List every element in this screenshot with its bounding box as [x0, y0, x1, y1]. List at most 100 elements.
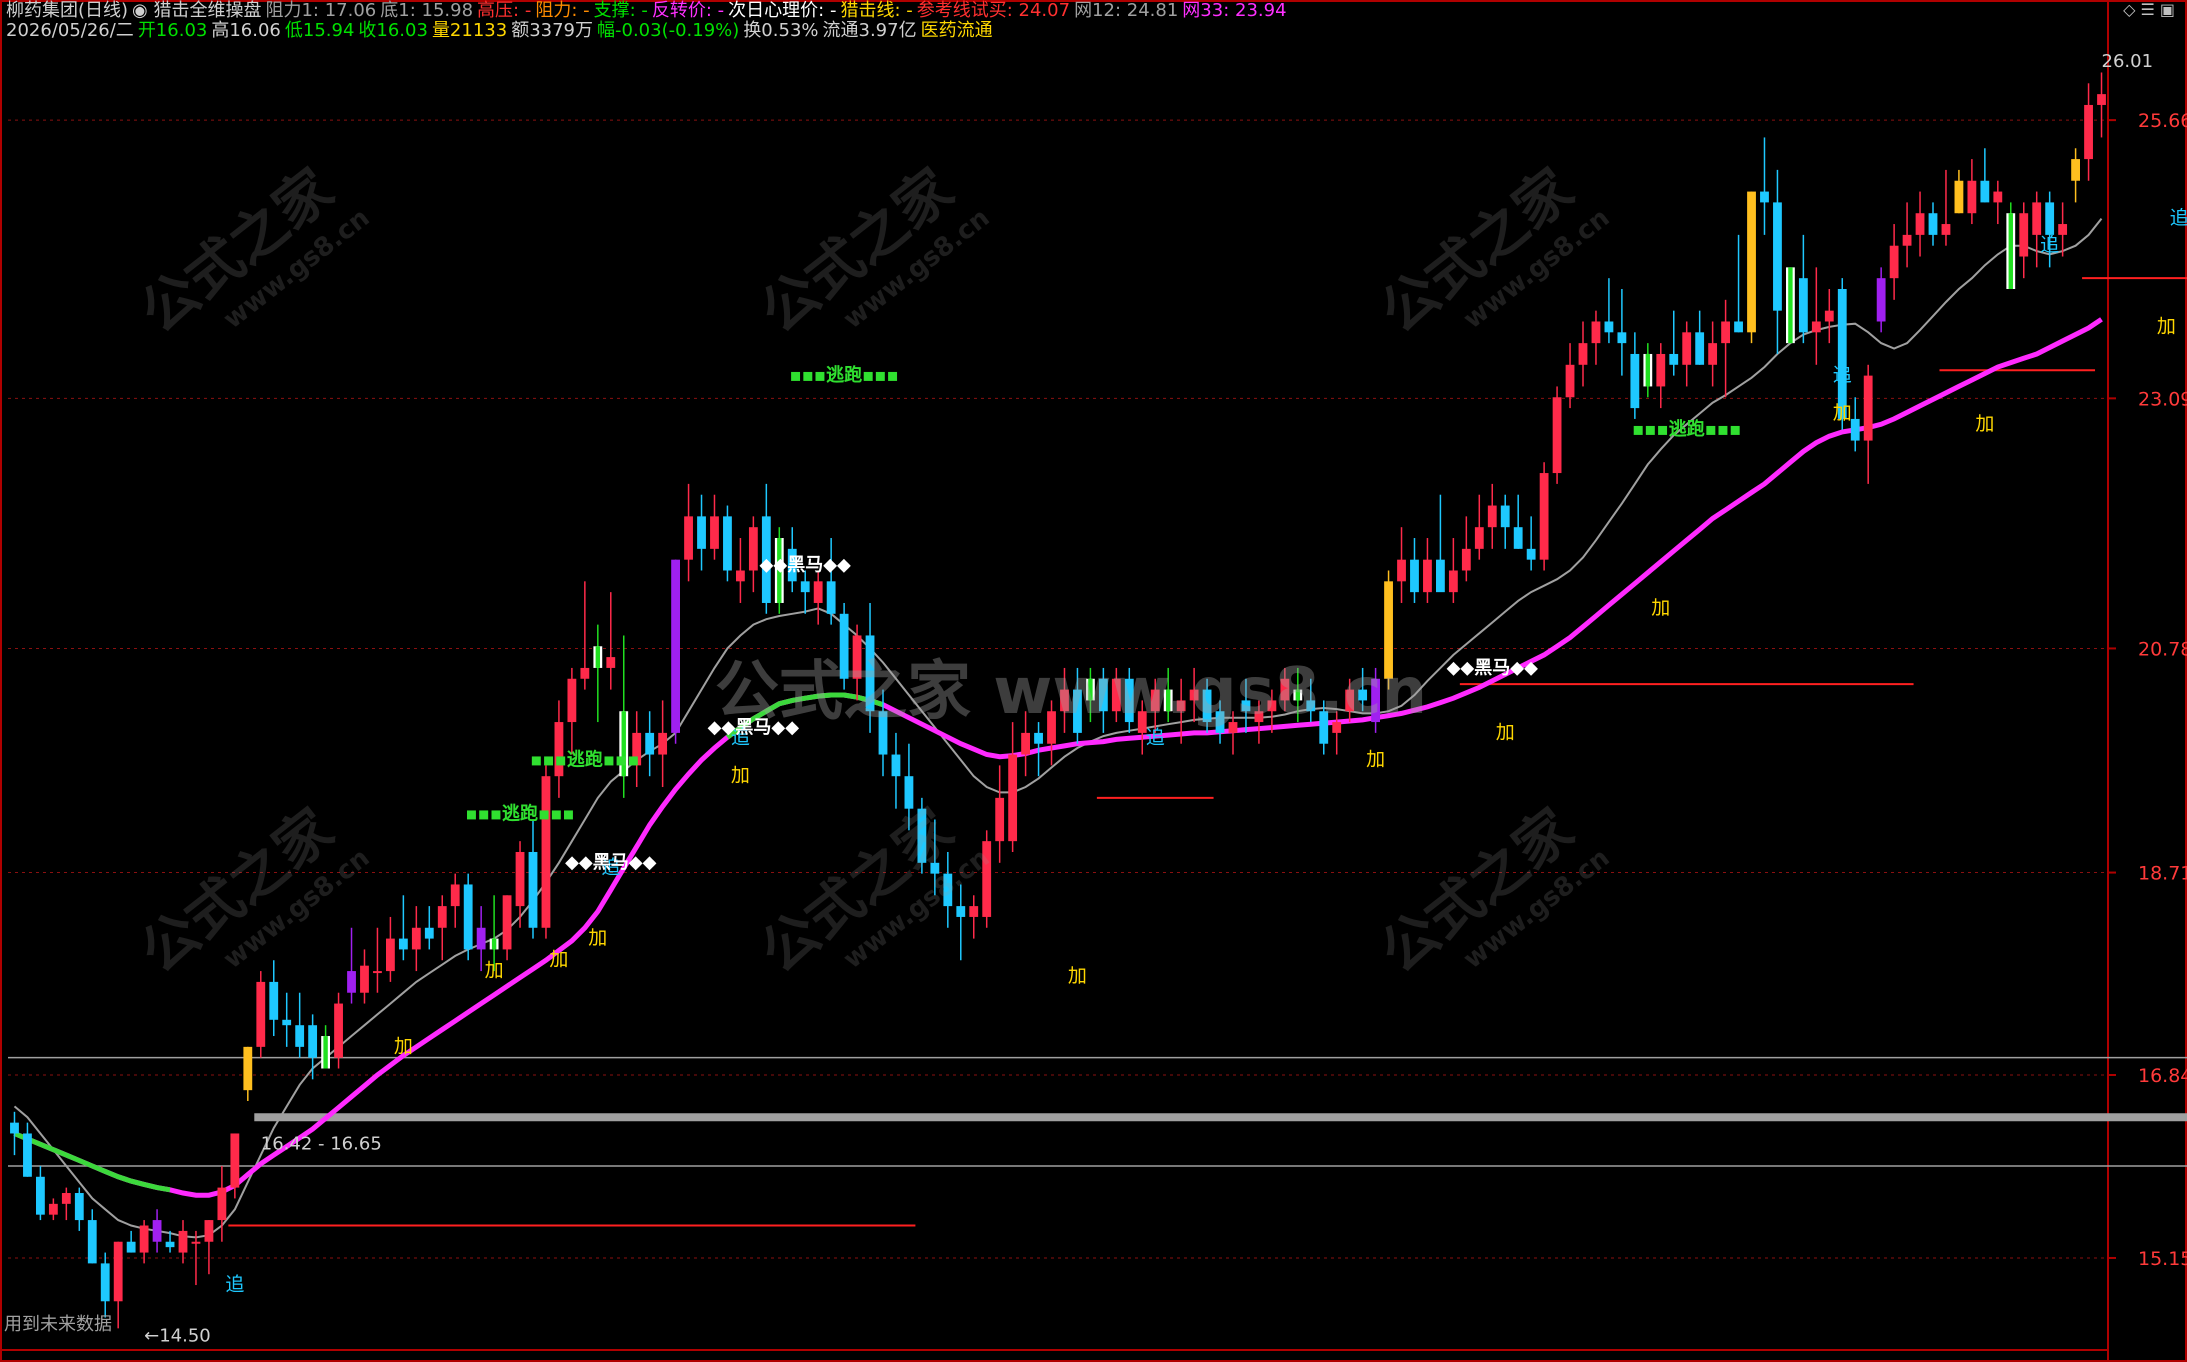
- header-item-5: 阻力: -: [535, 0, 590, 21]
- header-item-11: 网12: 24.81: [1074, 0, 1179, 21]
- escape-signal: ▪▪▪逃跑▪▪▪: [530, 748, 639, 770]
- candle-body: [100, 1263, 110, 1302]
- candle-body: [74, 1193, 84, 1221]
- candle-body: [1656, 353, 1666, 387]
- candle-body: [1098, 678, 1108, 712]
- add-label: 加: [549, 949, 568, 971]
- candle-body: [1124, 678, 1134, 723]
- ohlc-item-2: 高16.06: [211, 20, 281, 41]
- candle-body: [463, 884, 473, 950]
- candle-body-stripe: [595, 646, 601, 668]
- candle-body: [748, 527, 758, 571]
- candle-body: [1474, 527, 1484, 549]
- candle-body: [1928, 213, 1938, 235]
- candle-body: [1073, 689, 1082, 733]
- candle-body: [23, 1133, 32, 1177]
- add-label: 加: [1068, 965, 1087, 987]
- candle-body: [1345, 689, 1355, 712]
- candle-body: [1967, 180, 1977, 214]
- header-item-0: 柳药集团(日线): [6, 0, 129, 21]
- header-item-8: 次日心理价: -: [728, 0, 837, 21]
- candle-body: [697, 516, 706, 549]
- candle-body: [956, 906, 966, 917]
- header-item-10: 参考线试买: 24.07: [916, 0, 1071, 21]
- candle-body: [1254, 711, 1264, 723]
- candle-body: [61, 1193, 71, 1204]
- candle-body: [1850, 418, 1860, 441]
- candle-body: [1993, 191, 2003, 203]
- candle-body: [1384, 581, 1393, 679]
- candle-body: [1021, 732, 1030, 755]
- ohlc-item-6: 额3379万: [511, 20, 594, 41]
- candle-body: [1008, 754, 1018, 842]
- candle-body: [1306, 700, 1316, 712]
- candle-body: [684, 516, 693, 560]
- candle-body: [800, 581, 810, 593]
- ohlc-item-4: 收16.03: [358, 20, 428, 41]
- ohlc-item-1: 开16.03: [137, 20, 208, 41]
- chase-label: 追: [2040, 234, 2059, 256]
- candle-body: [1578, 343, 1588, 365]
- candle-body-stripe: [1295, 689, 1301, 701]
- candle-body: [1034, 732, 1043, 744]
- candle-body: [1047, 711, 1056, 744]
- candle-body: [528, 851, 538, 928]
- candle-body: [411, 927, 421, 950]
- candlestick-chart[interactable]: 15.1516.8418.7120.7823.0925.66追加加 加加追加追加追…: [0, 0, 2187, 1362]
- candle-body: [723, 516, 732, 571]
- add-label: 加: [1833, 402, 1852, 424]
- candle-body: [580, 667, 590, 679]
- y-tick-label: 16.84: [2138, 1065, 2187, 1087]
- candle-body: [2045, 202, 2055, 235]
- candle-body: [1461, 548, 1471, 571]
- candle-body: [113, 1241, 123, 1302]
- ohlc-item-10: 医药流通: [920, 20, 993, 41]
- candle-body: [1747, 191, 1756, 333]
- candle-body: [2032, 202, 2042, 235]
- candle-body: [878, 711, 888, 755]
- candle-body: [10, 1122, 19, 1134]
- candle-body: [2084, 104, 2093, 160]
- candle-body: [1397, 559, 1406, 582]
- candle-body: [1902, 234, 1912, 246]
- candle-body: [1773, 202, 1782, 311]
- candle-body: [1734, 321, 1743, 333]
- black-horse-signal: ◆◆黑马◆◆: [708, 717, 800, 738]
- candle-body: [1552, 397, 1562, 474]
- candle-body: [606, 657, 616, 668]
- candle-body: [1695, 332, 1705, 365]
- candle-body: [645, 732, 655, 755]
- candle-body: [852, 635, 862, 679]
- y-tick-label: 15.15: [2138, 1248, 2187, 1270]
- candle-body: [2058, 224, 2068, 235]
- candle-body: [1617, 332, 1627, 344]
- toolbar-icons[interactable]: ◇ ☰ ▣: [2123, 0, 2175, 19]
- candle-body: [567, 678, 577, 723]
- candle-body: [1150, 689, 1160, 712]
- candle-body: [1565, 364, 1575, 398]
- candle-body: [152, 1220, 162, 1242]
- add-label: 加: [731, 765, 750, 787]
- y-tick-label: 23.09: [2138, 388, 2187, 410]
- header-item-9: 猎击线: -: [840, 0, 913, 21]
- candle-body: [1371, 678, 1380, 723]
- candle-body: [1837, 289, 1847, 419]
- candle-body: [1630, 353, 1640, 409]
- candle-body: [1980, 180, 1990, 203]
- candle-body: [398, 938, 408, 950]
- candle-body: [541, 776, 551, 928]
- candle-body: [969, 906, 979, 917]
- candle-body: [373, 971, 382, 974]
- candle-body: [839, 613, 849, 679]
- candle-body-stripe: [1165, 689, 1171, 712]
- candle-body: [1202, 689, 1212, 723]
- candle-body: [891, 754, 901, 777]
- candle-body: [930, 862, 940, 874]
- header-item-6: 支撑: -: [593, 0, 648, 21]
- candle-body: [1487, 505, 1497, 528]
- candle-body: [191, 1241, 201, 1244]
- y-tick-label: 25.66: [2138, 110, 2187, 132]
- candle-body: [178, 1230, 188, 1253]
- candle-body: [282, 1019, 292, 1026]
- candle-body: [995, 797, 1005, 842]
